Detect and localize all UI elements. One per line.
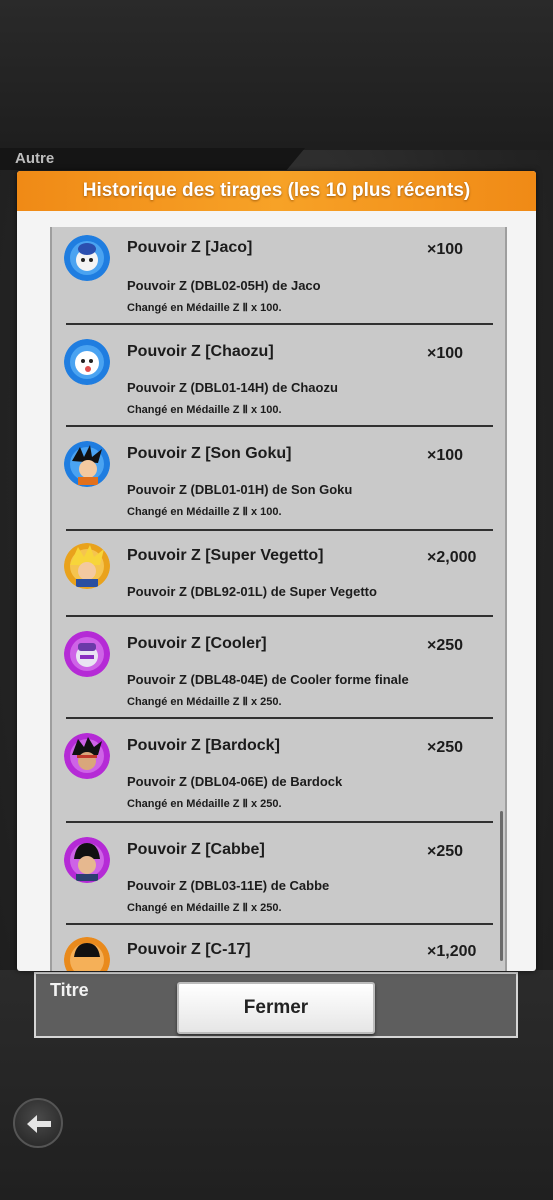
- character-avatar-icon: [64, 235, 110, 281]
- background-top: [0, 0, 553, 150]
- list-item: Pouvoir Z [Jaco] ×100 Pouvoir Z (DBL02-0…: [52, 227, 505, 325]
- summon-history-dialog: Historique des tirages (les 10 plus réce…: [17, 171, 536, 971]
- item-conversion-note: Changé en Médaille Z Ⅱ x 100.: [127, 404, 282, 416]
- item-title: Pouvoir Z [Cabbe]: [127, 841, 265, 858]
- character-avatar-icon: [64, 339, 110, 385]
- list-item: Pouvoir Z [Super Vegetto] ×2,000 Pouvoir…: [52, 531, 505, 617]
- item-conversion-note: Changé en Médaille Z Ⅱ x 250.: [127, 696, 282, 708]
- character-avatar-icon: [64, 837, 110, 883]
- list-item: Pouvoir Z [Cooler] ×250 Pouvoir Z (DBL48…: [52, 617, 505, 719]
- item-conversion-note: Changé en Médaille Z Ⅱ x 100.: [127, 506, 282, 518]
- titre-label: Titre: [50, 980, 89, 1000]
- item-title: Pouvoir Z [Son Goku]: [127, 445, 292, 462]
- item-title: Pouvoir Z [Bardock]: [127, 737, 280, 754]
- item-quantity: ×100: [427, 241, 464, 258]
- item-title: Pouvoir Z [C-17]: [127, 941, 251, 958]
- character-avatar-icon: [64, 441, 110, 487]
- item-quantity: ×1,200: [427, 943, 477, 960]
- item-quantity: ×100: [427, 345, 464, 362]
- character-avatar-icon: [64, 543, 110, 589]
- item-description: Pouvoir Z (DBL03-11E) de Cabbe: [127, 878, 330, 893]
- back-button[interactable]: [13, 1098, 63, 1148]
- item-title: Pouvoir Z [Jaco]: [127, 239, 253, 256]
- character-avatar-icon: [64, 631, 110, 677]
- list-item: Pouvoir Z [Son Goku] ×100 Pouvoir Z (DBL…: [52, 427, 505, 531]
- item-quantity: ×2,000: [427, 549, 477, 566]
- item-title: Pouvoir Z [Cooler]: [127, 635, 267, 652]
- item-title: Pouvoir Z [Super Vegetto]: [127, 547, 324, 564]
- dialog-title: Historique des tirages (les 10 plus réce…: [82, 180, 471, 201]
- list-item: Pouvoir Z [Bardock] ×250 Pouvoir Z (DBL0…: [52, 719, 505, 823]
- close-button[interactable]: Fermer: [177, 982, 375, 1034]
- item-quantity: ×250: [427, 739, 464, 756]
- item-quantity: ×250: [427, 843, 464, 860]
- item-description: Pouvoir Z (DBL04-06E) de Bardock: [127, 774, 343, 789]
- item-quantity: ×250: [427, 637, 464, 654]
- item-description: Pouvoir Z (DBL01-14H) de Chaozu: [127, 380, 338, 395]
- list-scrollbar[interactable]: [500, 811, 503, 961]
- item-description: Pouvoir Z (DBL02-05H) de Jaco: [127, 278, 321, 293]
- list-item: Pouvoir Z [C-17] ×1,200: [52, 925, 505, 971]
- character-avatar-icon: [64, 733, 110, 779]
- item-conversion-note: Changé en Médaille Z Ⅱ x 250.: [127, 902, 282, 914]
- list-item: Pouvoir Z [Cabbe] ×250 Pouvoir Z (DBL03-…: [52, 823, 505, 925]
- item-title: Pouvoir Z [Chaozu]: [127, 343, 274, 360]
- section-label: Autre: [15, 150, 55, 167]
- history-list[interactable]: Pouvoir Z [Jaco] ×100 Pouvoir Z (DBL02-0…: [50, 227, 507, 971]
- item-description: Pouvoir Z (DBL01-01H) de Son Goku: [127, 482, 353, 497]
- item-conversion-note: Changé en Médaille Z Ⅱ x 100.: [127, 302, 282, 314]
- back-arrow-icon: [27, 1115, 51, 1133]
- list-item: Pouvoir Z [Chaozu] ×100 Pouvoir Z (DBL01…: [52, 325, 505, 427]
- dialog-header: Historique des tirages (les 10 plus réce…: [17, 171, 536, 211]
- item-description: Pouvoir Z (DBL92-01L) de Super Vegetto: [127, 584, 377, 599]
- item-description: Pouvoir Z (DBL48-04E) de Cooler forme fi…: [127, 672, 409, 687]
- item-quantity: ×100: [427, 447, 464, 464]
- item-conversion-note: Changé en Médaille Z Ⅱ x 250.: [127, 798, 282, 810]
- character-avatar-icon: [64, 937, 110, 971]
